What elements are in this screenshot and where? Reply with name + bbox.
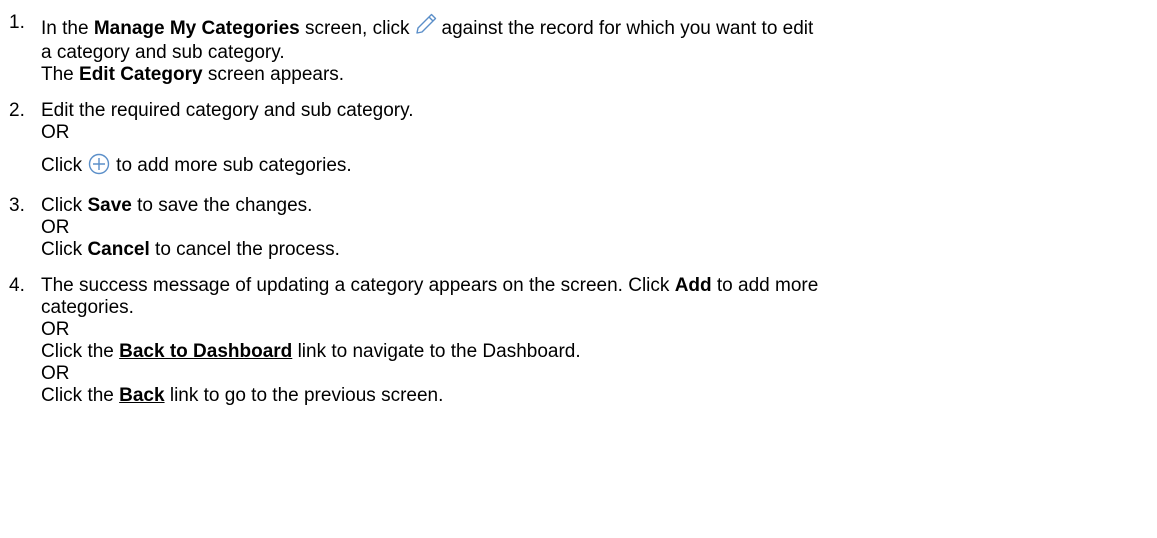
add-circle-icon	[88, 153, 110, 181]
or-label: OR	[41, 319, 70, 340]
step-4-line-1: The success message of updating a catego…	[41, 275, 819, 296]
back-to-dashboard-link[interactable]: Back to Dashboard	[119, 341, 292, 362]
step-2: 2. Edit the required category and sub ca…	[0, 100, 1157, 181]
step-4-line-2: categories.	[41, 297, 134, 318]
step-number: 4.	[9, 275, 25, 296]
add-label: Add	[674, 275, 712, 296]
cancel-label: Cancel	[87, 239, 150, 260]
or-label: OR	[41, 363, 70, 384]
step-1-line-3: The Edit Category screen appears.	[41, 64, 345, 85]
step-number: 1.	[9, 12, 25, 33]
step-3: 3. Click Save to save the changes. OR Cl…	[0, 195, 1157, 261]
edit-category-label: Edit Category	[79, 64, 203, 85]
manage-my-categories-label: Manage My Categories	[93, 18, 300, 39]
instruction-steps: 1. In the Manage My Categories screen, c…	[0, 0, 1157, 407]
save-label: Save	[87, 195, 132, 216]
step-4-line-4: Click the Back to Dashboard link to navi…	[41, 341, 581, 362]
step-2-line-1: Edit the required category and sub categ…	[41, 100, 414, 121]
back-link[interactable]: Back	[119, 385, 164, 406]
step-4: 4. The success message of updating a cat…	[0, 275, 1157, 407]
pencil-icon	[414, 12, 438, 42]
step-number: 2.	[9, 100, 25, 121]
step-1-line-2: a category and sub category.	[41, 42, 285, 63]
step-4-line-6: Click the Back link to go to the previou…	[41, 385, 444, 406]
step-3-line-1: Click Save to save the changes.	[41, 195, 313, 216]
or-label: OR	[41, 217, 70, 238]
step-1: 1. In the Manage My Categories screen, c…	[0, 12, 1157, 86]
step-3-line-3: Click Cancel to cancel the process.	[41, 239, 340, 260]
step-number: 3.	[9, 195, 25, 216]
or-label: OR	[41, 122, 70, 143]
step-2-line-3: Click to add more sub categories.	[41, 153, 1157, 181]
step-1-line-1: In the Manage My Categories screen, clic…	[41, 12, 1157, 42]
